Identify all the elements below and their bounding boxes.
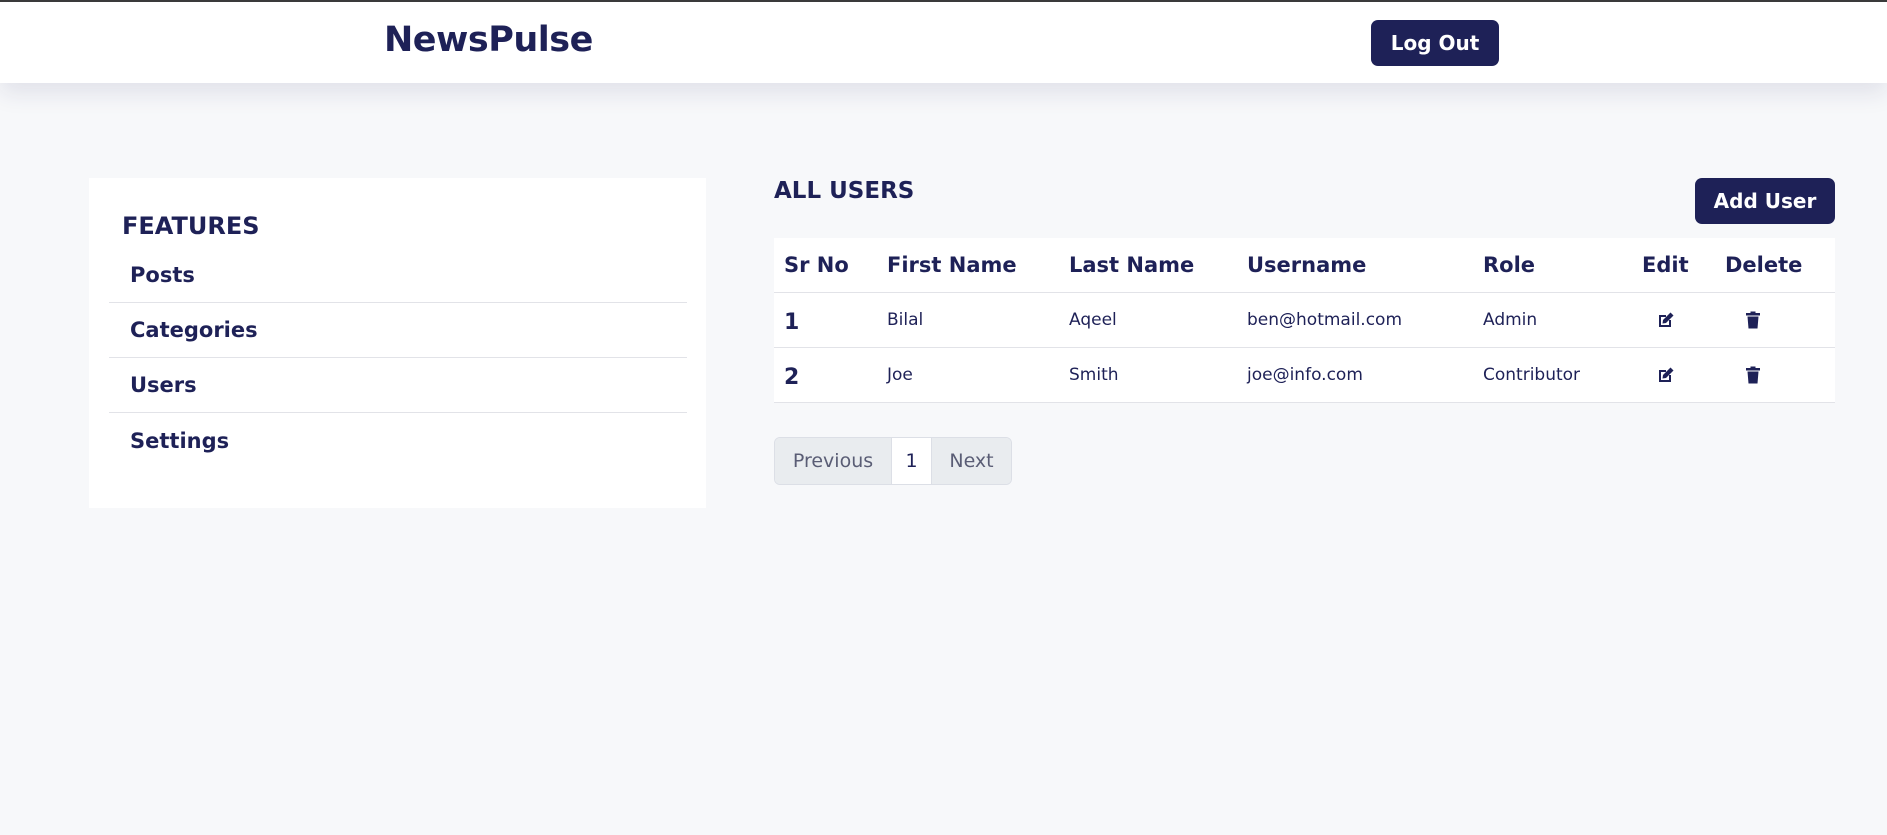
column-header-role: Role (1473, 238, 1632, 293)
cell-first-name: Joe (877, 347, 1059, 403)
add-user-button[interactable]: Add User (1695, 178, 1835, 224)
trash-icon[interactable] (1743, 365, 1763, 385)
cell-username: joe@info.com (1237, 347, 1473, 403)
sidebar-item-users[interactable]: Users (109, 358, 687, 413)
sidebar-item-posts[interactable]: Posts (109, 248, 687, 303)
column-header-delete: Delete (1715, 238, 1835, 293)
column-header-edit: Edit (1632, 238, 1715, 293)
page-number-button[interactable]: 1 (892, 438, 932, 484)
cell-role: Contributor (1473, 347, 1632, 403)
sidebar-item-settings[interactable]: Settings (109, 413, 687, 468)
next-page-button[interactable]: Next (932, 438, 1011, 484)
column-header-first-name: First Name (877, 238, 1059, 293)
sidebar-item-categories[interactable]: Categories (109, 303, 687, 358)
features-sidebar: FEATURES Posts Categories Users Settings (89, 178, 706, 508)
cell-sr-no: 1 (774, 292, 877, 348)
cell-last-name: Smith (1059, 347, 1237, 403)
table-row: 2 Joe Smith joe@info.com Contributor (774, 347, 1835, 403)
edit-icon[interactable] (1656, 310, 1676, 330)
page-title: ALL USERS (774, 178, 915, 204)
column-header-last-name: Last Name (1059, 238, 1237, 293)
previous-page-button[interactable]: Previous (775, 438, 892, 484)
cell-last-name: Aqeel (1059, 292, 1237, 348)
cell-delete (1715, 347, 1835, 403)
logout-button[interactable]: Log Out (1371, 20, 1499, 66)
cell-edit (1632, 347, 1715, 403)
sidebar-title: FEATURES (122, 212, 260, 240)
trash-icon[interactable] (1743, 310, 1763, 330)
column-header-username: Username (1237, 238, 1473, 293)
table-row: 1 Bilal Aqeel ben@hotmail.com Admin (774, 292, 1835, 348)
cell-delete (1715, 292, 1835, 348)
edit-icon[interactable] (1656, 365, 1676, 385)
column-header-sr-no: Sr No (774, 238, 877, 293)
brand-logo[interactable]: NewsPulse (384, 20, 593, 60)
cell-first-name: Bilal (877, 292, 1059, 348)
cell-edit (1632, 292, 1715, 348)
cell-sr-no: 2 (774, 347, 877, 403)
pagination: Previous 1 Next (774, 437, 1012, 485)
users-table: Sr No First Name Last Name Username Role… (774, 238, 1835, 403)
cell-username: ben@hotmail.com (1237, 292, 1473, 348)
table-header-row: Sr No First Name Last Name Username Role… (774, 238, 1835, 293)
cell-role: Admin (1473, 292, 1632, 348)
top-header: NewsPulse Log Out (0, 2, 1887, 83)
sidebar-menu: Posts Categories Users Settings (109, 248, 687, 468)
